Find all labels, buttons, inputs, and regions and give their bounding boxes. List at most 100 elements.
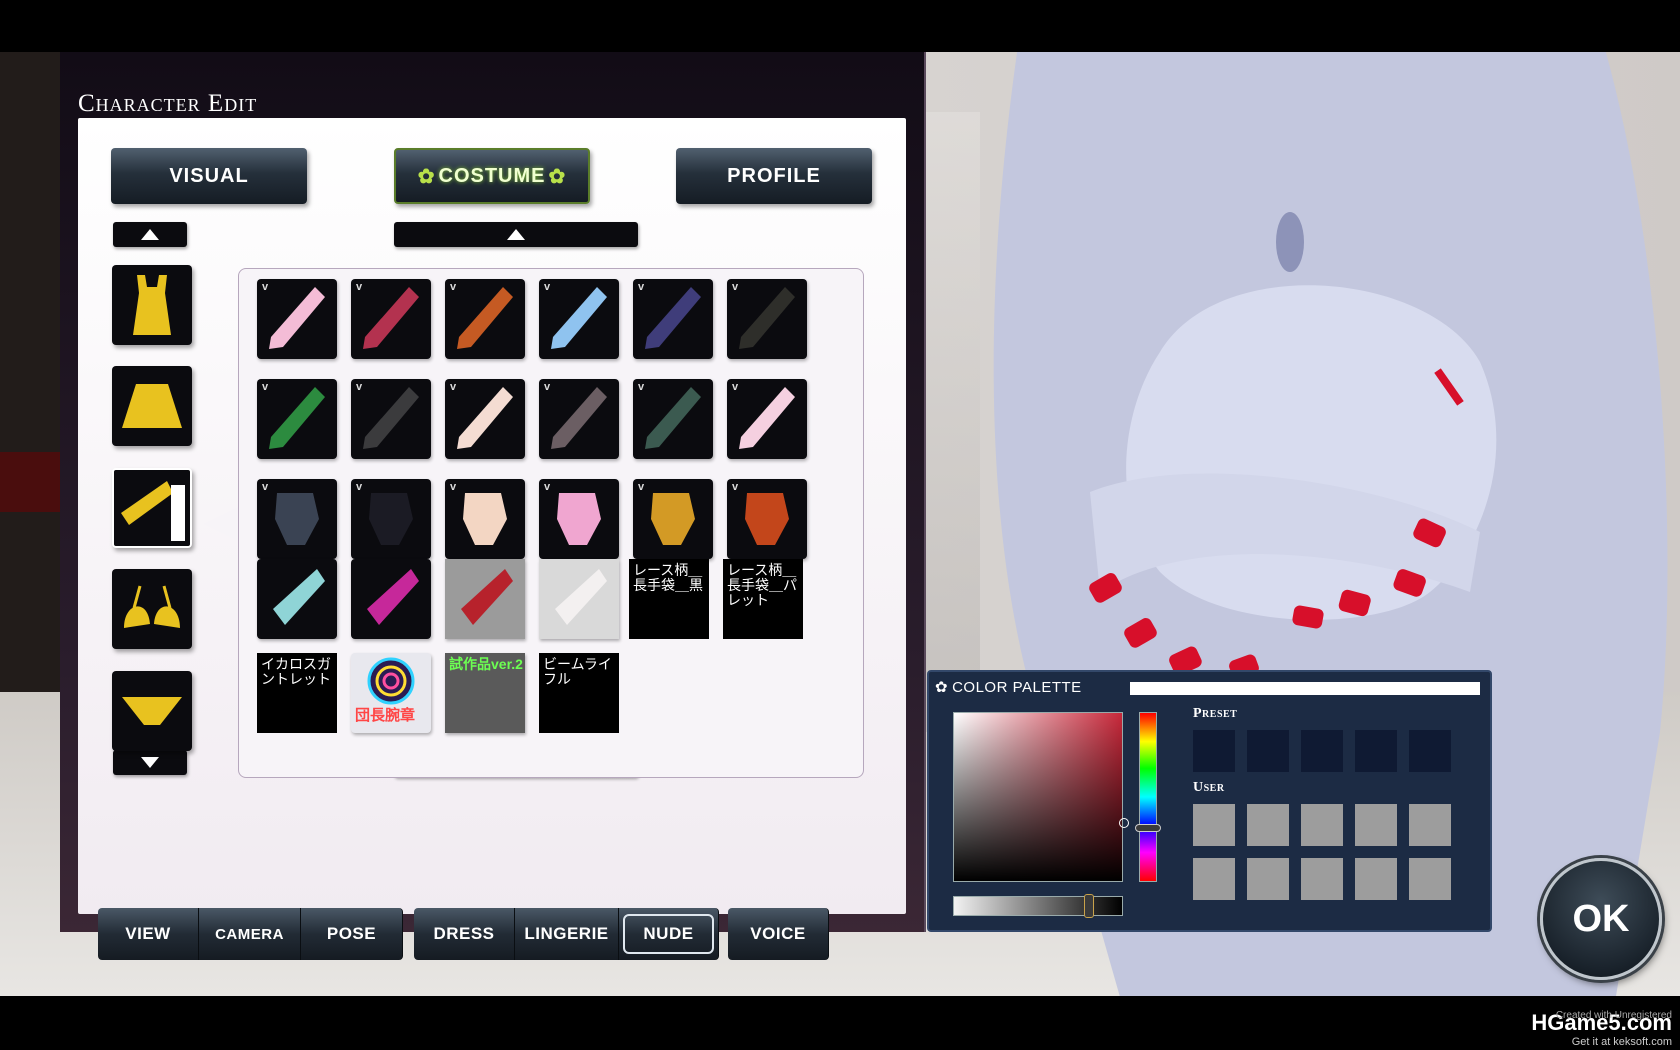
- costume-item[interactable]: v: [633, 279, 713, 359]
- glove-thumbnail-icon: [739, 387, 795, 449]
- character-edit-panel: Character Edit VISUAL ✿ COSTUME ✿ PROFIL…: [60, 52, 926, 960]
- tank-top-icon: [133, 275, 171, 335]
- accessory-item[interactable]: [445, 559, 525, 639]
- costume-item[interactable]: v: [727, 379, 807, 459]
- glove-thumbnail-icon: [557, 493, 601, 545]
- variant-badge: v: [638, 481, 645, 493]
- category-scroll-down-button[interactable]: [113, 750, 187, 775]
- item-lace-long-glove-palette[interactable]: レース柄＿長手袋＿パレット: [723, 559, 803, 639]
- item-lace-long-glove-black[interactable]: レース柄＿長手袋＿黒: [629, 559, 709, 639]
- category-panties[interactable]: [112, 671, 192, 751]
- glove-thumbnail-icon: [645, 287, 701, 349]
- item-captain-armband[interactable]: 団長腕章: [351, 653, 431, 733]
- saturation-value-picker[interactable]: [953, 712, 1123, 882]
- category-bra[interactable]: [112, 569, 192, 649]
- accessory-item[interactable]: [257, 559, 337, 639]
- accessory-thumbnail-icon: [273, 569, 325, 625]
- preset-swatch[interactable]: [1355, 730, 1397, 772]
- item-beam-rifle[interactable]: ビームライフル: [539, 653, 619, 733]
- hue-slider[interactable]: [1139, 712, 1157, 882]
- nav-camera[interactable]: CAMERA: [199, 908, 301, 960]
- costume-item[interactable]: v: [445, 279, 525, 359]
- costume-item[interactable]: v: [539, 279, 619, 359]
- arrow-down-icon: [141, 757, 159, 768]
- costume-item[interactable]: v: [445, 379, 525, 459]
- tab-profile[interactable]: PROFILE: [676, 148, 872, 204]
- brightness-slider[interactable]: [953, 896, 1123, 916]
- costume-item[interactable]: v: [633, 479, 713, 559]
- tab-costume[interactable]: ✿ COSTUME ✿: [394, 148, 590, 204]
- user-swatch[interactable]: [1301, 804, 1343, 846]
- costume-item[interactable]: v: [257, 279, 337, 359]
- item-icarus-gauntlet[interactable]: イカロスガントレット: [257, 653, 337, 733]
- variant-badge: v: [732, 281, 739, 293]
- color-name-field[interactable]: [1130, 682, 1480, 695]
- brightness-slider-handle[interactable]: [1084, 894, 1094, 918]
- armband-emblem-icon: [367, 657, 415, 705]
- costume-item[interactable]: v: [539, 479, 619, 559]
- variant-badge: v: [638, 281, 645, 293]
- user-swatch[interactable]: [1409, 858, 1451, 900]
- nav-view[interactable]: VIEW: [98, 908, 199, 960]
- glove-thumbnail-icon: [645, 387, 701, 449]
- glove-thumbnail-icon: [457, 387, 513, 449]
- leaf-icon: ✿: [417, 165, 436, 188]
- skirt-icon: [122, 384, 182, 428]
- nav-dress[interactable]: DRESS: [414, 908, 515, 960]
- accessory-item[interactable]: [351, 559, 431, 639]
- nav-nude[interactable]: NUDE: [619, 908, 719, 960]
- tab-costume-label: COSTUME: [438, 164, 546, 187]
- item-label: イカロスガントレット: [261, 656, 331, 687]
- category-top[interactable]: [112, 265, 192, 345]
- variant-badge: v: [262, 281, 269, 293]
- glove-thumbnail-icon: [651, 493, 695, 545]
- costume-item[interactable]: v: [257, 379, 337, 459]
- user-swatch[interactable]: [1193, 804, 1235, 846]
- glove-thumbnail-icon: [363, 287, 419, 349]
- accessory-thumbnail-icon: [461, 569, 513, 625]
- costume-item[interactable]: v: [351, 379, 431, 459]
- costume-item[interactable]: v: [633, 379, 713, 459]
- item-prototype-v2[interactable]: 試作品ver.2: [445, 653, 525, 733]
- nav-voice[interactable]: VOICE: [728, 908, 829, 960]
- ok-button[interactable]: OK: [1540, 858, 1662, 980]
- user-swatch[interactable]: [1355, 804, 1397, 846]
- watermark-registration: Created with Unregistered: [1555, 1010, 1672, 1021]
- preset-swatch[interactable]: [1193, 730, 1235, 772]
- user-swatch[interactable]: [1193, 858, 1235, 900]
- user-swatch[interactable]: [1247, 858, 1289, 900]
- nav-dress-label: DRESS: [433, 924, 495, 943]
- costume-item[interactable]: v: [539, 379, 619, 459]
- item-grid: v v v v v v v v v v v v v v v v v v レース柄＿長手袋＿黒 レース柄＿長手袋＿パ…: [238, 268, 864, 778]
- costume-item[interactable]: v: [351, 479, 431, 559]
- costume-editor: VISUAL ✿ COSTUME ✿ PROFILE v v v v v v v v v v v v: [78, 118, 906, 960]
- variant-badge: v: [356, 381, 363, 393]
- category-skirt[interactable]: [112, 366, 192, 446]
- user-swatch[interactable]: [1409, 804, 1451, 846]
- user-swatch[interactable]: [1355, 858, 1397, 900]
- sv-picker-marker[interactable]: [1119, 818, 1129, 828]
- category-scroll-up-button[interactable]: [113, 222, 187, 247]
- category-gloves[interactable]: [112, 468, 192, 548]
- glove-thumbnail-icon: [269, 387, 325, 449]
- preset-swatch[interactable]: [1247, 730, 1289, 772]
- glove-thumbnail-icon: [463, 493, 507, 545]
- preset-swatch[interactable]: [1301, 730, 1343, 772]
- nav-nude-label: NUDE: [623, 914, 714, 954]
- costume-item[interactable]: v: [351, 279, 431, 359]
- user-swatch[interactable]: [1301, 858, 1343, 900]
- items-scroll-up-button[interactable]: [394, 222, 638, 247]
- costume-item[interactable]: v: [445, 479, 525, 559]
- variant-badge: v: [544, 481, 551, 493]
- costume-item[interactable]: v: [727, 279, 807, 359]
- nav-lingerie[interactable]: LINGERIE: [515, 908, 619, 960]
- costume-item[interactable]: v: [257, 479, 337, 559]
- tab-visual[interactable]: VISUAL: [111, 148, 307, 204]
- preset-swatch[interactable]: [1409, 730, 1451, 772]
- accessory-item[interactable]: [539, 559, 619, 639]
- user-swatch[interactable]: [1247, 804, 1289, 846]
- hue-slider-handle[interactable]: [1135, 824, 1161, 832]
- letterbox-bottom: [0, 996, 1680, 1050]
- nav-pose[interactable]: POSE: [301, 908, 403, 960]
- costume-item[interactable]: v: [727, 479, 807, 559]
